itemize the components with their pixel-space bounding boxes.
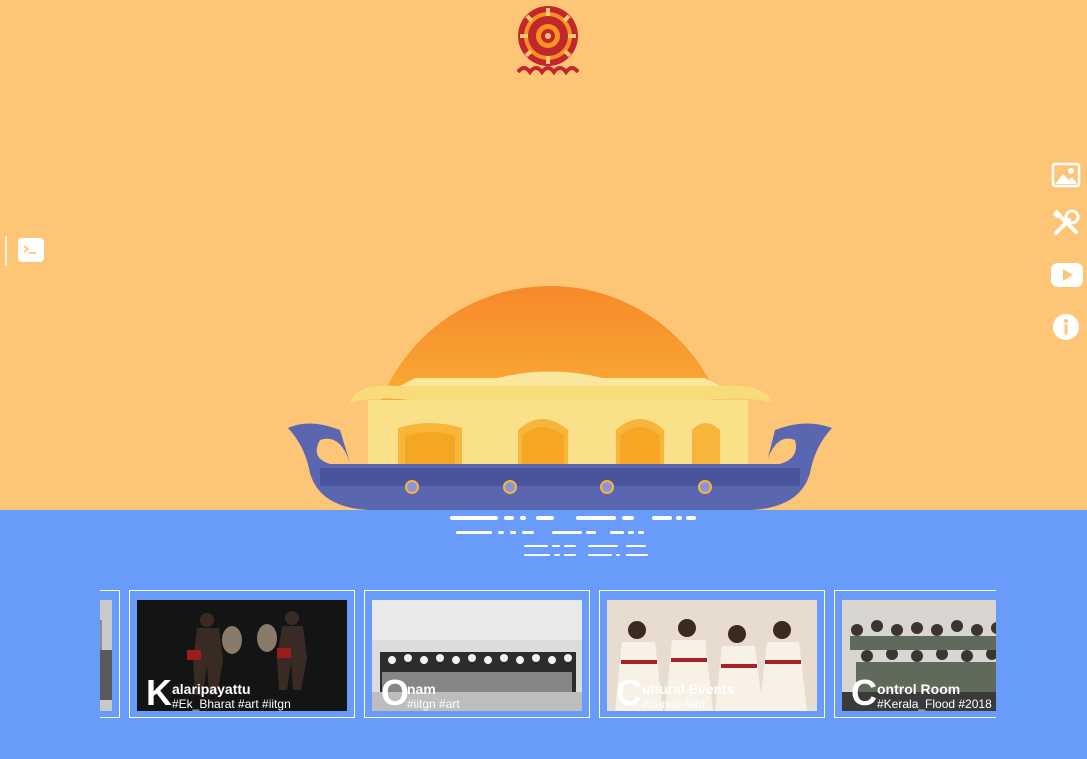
water-ripples <box>440 514 710 560</box>
card-title: alaripayattu <box>172 681 251 697</box>
event-card-image <box>100 600 112 711</box>
card-letter: K <box>146 672 172 713</box>
houseboat-illustration <box>280 268 840 513</box>
card-tags: #Kerala_Flood #2018 <box>877 697 992 711</box>
card-tags: #iitgn #art <box>407 697 460 711</box>
youtube-icon[interactable] <box>1050 260 1084 290</box>
image-icon[interactable] <box>1051 160 1081 190</box>
card-letter: C <box>616 672 642 713</box>
card-tags: #Ek_Bharat #art #iitgn <box>172 697 291 711</box>
card-letter: O <box>381 672 410 713</box>
event-card[interactable]: K alaripayattu #Ek_Bharat #art #iitgn <box>129 590 355 718</box>
event-card[interactable]: C ultural Events #dance #art <box>599 590 825 718</box>
event-card[interactable]: C ontrol Room #Kerala_Flood #2018 <box>834 590 996 718</box>
card-title: ultural Events <box>642 681 735 697</box>
samagam-logo-icon[interactable] <box>512 2 584 82</box>
card-tags: #dance #art <box>642 697 706 711</box>
card-title: ontrol Room <box>877 681 961 697</box>
event-card[interactable]: O nam #iitgn #art <box>364 590 590 718</box>
events-carousel[interactable]: K alaripayattu #Ek_Bharat #art #iitgn O … <box>100 590 996 720</box>
card-title: nam <box>407 681 436 697</box>
terminal-divider <box>5 236 7 266</box>
card-letter: C <box>851 672 877 713</box>
tools-icon[interactable] <box>1051 208 1081 238</box>
terminal-icon[interactable] <box>18 238 44 262</box>
event-card-partial[interactable] <box>100 590 120 718</box>
info-icon[interactable] <box>1051 312 1081 342</box>
